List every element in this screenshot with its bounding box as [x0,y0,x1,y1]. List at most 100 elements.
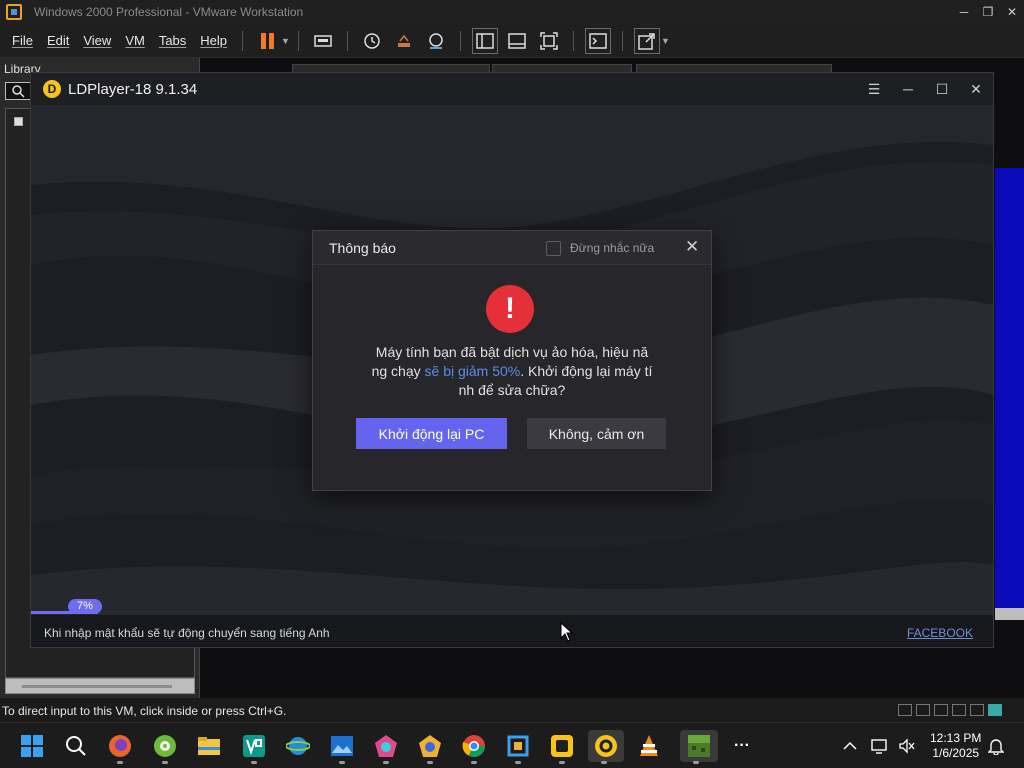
vmware-block-icon [688,735,710,757]
ldplayer-status-bar: Khi nhập mật khẩu sẽ tự động chuyển sang… [31,615,993,647]
running-indicator [251,761,257,764]
show-hidden-icons-button[interactable] [836,730,864,762]
no-thanks-button[interactable]: Không, cảm ơn [527,418,666,449]
restore-icon[interactable]: ❐ [976,5,1000,19]
hard-disk-icon[interactable] [898,704,912,716]
running-indicator [383,761,389,764]
taskbar-app-cd[interactable] [149,730,181,764]
running-indicator [427,761,433,764]
usb-icon[interactable] [952,704,966,716]
taskbar-app-photos[interactable] [326,730,358,764]
taskbar-app-globe[interactable] [282,730,314,762]
taskbar-overflow-button[interactable]: ··· [726,730,758,762]
menu-vm[interactable]: VM [118,33,152,48]
bell-icon [988,739,1004,755]
taskbar-app-ldplayer-launcher[interactable] [546,730,578,764]
vmware-menubar: File Edit View VM Tabs Help ▼ ▼ [0,24,1024,58]
windows-logo-icon [21,735,43,757]
chevron-up-icon [843,741,857,750]
revert-icon [397,34,410,47]
show-library-button[interactable] [471,27,498,54]
taskbar-app-pentagon-2[interactable] [414,730,446,764]
chevron-down-icon[interactable]: ▼ [661,36,670,46]
message-text: . Khởi động lại máy tí [520,363,653,379]
message-highlight: sẽ bị giảm 50% [424,363,521,379]
running-indicator [471,761,477,764]
folder-icon [198,737,220,755]
send-ctrl-alt-del-button[interactable] [310,28,336,54]
maximize-icon[interactable]: ☐ [925,81,959,98]
taskbar-app-box[interactable] [502,730,534,764]
menu-tabs[interactable]: Tabs [152,33,193,48]
ldplayer-titlebar: D LDPlayer-18 9.1.34 ☰ ─ ☐ ✕ [31,73,993,105]
cd-drive-icon[interactable] [916,704,930,716]
snapshot-manager-button[interactable] [423,28,449,54]
running-indicator [515,761,521,764]
fullscreen-icon [540,31,558,50]
message-log-icon[interactable] [988,704,1002,716]
library-horizontal-scrollbar[interactable] [5,678,195,694]
toolbar-divider [242,30,244,51]
minimize-icon[interactable]: ─ [952,5,976,19]
start-button[interactable] [16,730,48,762]
menu-help[interactable]: Help [193,33,234,48]
ldplayer-launcher-icon [551,735,573,757]
thumbnail-icon [508,32,526,49]
library-view-icon [476,32,494,49]
network-status-button[interactable] [868,730,892,762]
vr-app-icon [243,735,265,757]
windows-taskbar: ··· 12:13 PM 1/6/2025 [0,722,1024,768]
stretch-guest-button[interactable] [633,27,660,54]
network-icon[interactable] [934,704,948,716]
ldplayer-icon [595,735,617,757]
menu-edit[interactable]: Edit [40,33,76,48]
console-view-button[interactable] [584,27,611,54]
menu-file[interactable]: File [5,33,40,48]
dialog-message: Máy tính bạn đã bật dịch vụ ảo hóa, hiệu… [343,343,681,400]
taskbar-chrome[interactable] [458,730,490,764]
notifications-button[interactable] [984,730,1008,762]
menu-view[interactable]: View [76,33,118,48]
dialog-close-icon[interactable]: ✕ [685,237,699,257]
vm-input-hint: To direct input to this VM, click inside… [2,704,287,718]
snapshot-button[interactable] [359,28,385,54]
dont-remind-checkbox[interactable] [546,241,561,256]
terminal-icon [589,32,607,49]
loading-progress-bar [31,611,993,614]
vlc-icon [640,735,658,756]
pause-icon [260,32,274,49]
sound-icon[interactable] [970,704,984,716]
chevron-down-icon[interactable]: ▼ [281,36,290,46]
running-indicator [693,761,699,764]
taskbar-app-vr[interactable] [238,730,270,764]
toolbar-divider [297,30,299,51]
search-button[interactable] [60,730,92,762]
library-search-input[interactable] [5,82,31,100]
minimize-icon[interactable]: ─ [891,81,925,97]
search-icon [66,736,86,756]
revert-snapshot-button[interactable] [391,28,417,54]
taskbar-vmware[interactable] [680,730,718,764]
close-icon[interactable]: ✕ [959,81,993,98]
thumbnail-bar-button[interactable] [504,28,530,54]
taskbar-vlc[interactable] [633,730,665,762]
close-icon[interactable]: ✕ [1000,5,1024,19]
dont-remind-label[interactable]: Đừng nhắc nữa [570,241,654,255]
facebook-link[interactable]: FACEBOOK [907,626,973,640]
hamburger-menu-icon[interactable]: ☰ [857,81,891,98]
taskbar-clock[interactable]: 12:13 PM 1/6/2025 [930,731,981,761]
pause-vm-button[interactable] [254,28,280,54]
volume-button[interactable] [895,730,919,762]
ldplayer-logo-icon: D [43,80,61,98]
restart-pc-button[interactable]: Khởi động lại PC [356,418,507,449]
full-screen-button[interactable] [536,28,562,54]
toolbar-divider [572,30,574,51]
photos-icon [331,736,353,756]
collapse-icon[interactable] [14,117,23,126]
taskbar-file-explorer[interactable] [193,730,225,762]
toolbar-divider [621,30,623,51]
taskbar-app-pentagon-1[interactable] [370,730,402,764]
taskbar-firefox[interactable] [104,730,136,764]
toolbar-divider [346,30,348,51]
taskbar-ldplayer[interactable] [588,730,624,764]
